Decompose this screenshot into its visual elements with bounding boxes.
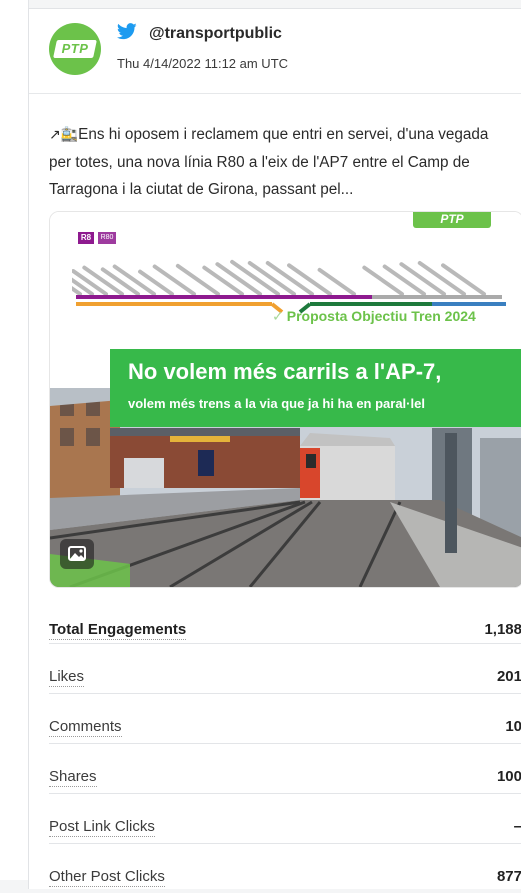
metric-value: 100 bbox=[496, 768, 521, 785]
metric-label[interactable]: Other Post Clicks bbox=[49, 868, 165, 887]
check-icon: ✓ bbox=[272, 308, 284, 324]
post-timestamp: Thu 4/14/2022 11:12 am UTC bbox=[117, 56, 289, 71]
metric-row-total-engagements: Total Engagements 1,188 bbox=[49, 607, 521, 644]
account-handle[interactable]: @transportpublic bbox=[149, 25, 282, 43]
post-text-content: Ens hi oposem i reclamem que entri en se… bbox=[49, 126, 489, 198]
metric-value: 1,188 bbox=[484, 621, 521, 638]
proposal-label: ✓ Proposta Objectiu Tren 2024 bbox=[272, 308, 476, 324]
train-arrow-emoji: ↗🚉 bbox=[49, 127, 79, 143]
twitter-icon bbox=[117, 23, 137, 40]
metric-label[interactable]: Post Link Clicks bbox=[49, 818, 155, 837]
metric-row-other-post-clicks: Other Post Clicks 877 bbox=[49, 844, 521, 893]
metric-label[interactable]: Total Engagements bbox=[49, 621, 187, 640]
metric-value: 10 bbox=[505, 718, 521, 735]
left-rail bbox=[0, 0, 29, 880]
metric-label[interactable]: Comments bbox=[49, 718, 122, 737]
route-lines bbox=[72, 259, 506, 314]
ptp-logo: PTP bbox=[53, 40, 97, 58]
post-card: PTP @transportpublic Thu 4/14/2022 11:12… bbox=[28, 8, 521, 889]
metric-row-post-link-clicks: Post Link Clicks – bbox=[49, 794, 521, 844]
metric-value: – bbox=[514, 818, 521, 835]
metric-row-shares: Shares 100 bbox=[49, 744, 521, 794]
metric-label[interactable]: Likes bbox=[49, 668, 85, 687]
post-header: PTP @transportpublic Thu 4/14/2022 11:12… bbox=[29, 9, 521, 94]
metric-value: 201 bbox=[496, 668, 521, 685]
slogan-banner: No volem més carrils a l'AP-7, volem més… bbox=[110, 349, 521, 427]
post-image[interactable]: PTP R8 R80 ✓ Proposta Objectiu Tren 2024… bbox=[49, 211, 521, 588]
metric-label[interactable]: Shares bbox=[49, 768, 97, 787]
ptp-tag: PTP bbox=[413, 212, 491, 228]
banner-title: No volem més carrils a l'AP-7, bbox=[128, 359, 442, 384]
engagement-metrics: Total Engagements 1,188 Likes 201 Commen… bbox=[49, 607, 521, 893]
metric-row-likes: Likes 201 bbox=[49, 644, 521, 694]
image-icon[interactable] bbox=[60, 539, 94, 569]
route-diagram: PTP R8 R80 ✓ Proposta Objectiu Tren 2024 bbox=[50, 212, 521, 340]
avatar[interactable]: PTP bbox=[49, 23, 101, 75]
post-text: ↗🚉Ens hi oposem i reclamem que entri en … bbox=[49, 121, 509, 203]
metric-row-comments: Comments 10 bbox=[49, 694, 521, 744]
banner-subtitle: volem més trens a la via que ja hi ha en… bbox=[128, 396, 425, 411]
metric-value: 877 bbox=[496, 868, 521, 885]
